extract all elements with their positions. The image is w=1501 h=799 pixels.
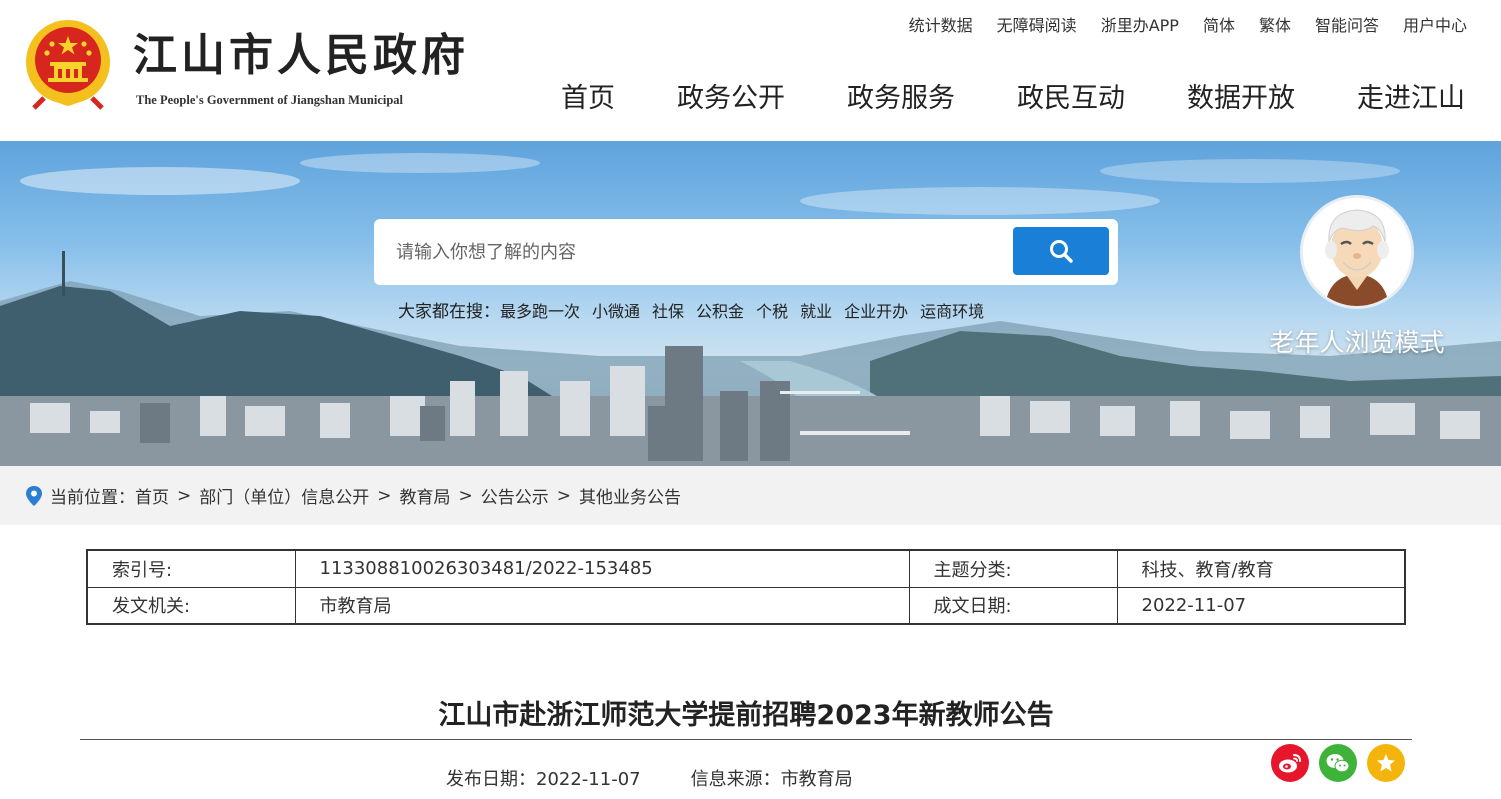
- issuer-value: 市教育局: [294, 586, 910, 625]
- elder-mode-button[interactable]: 老年人浏览模式: [1262, 193, 1452, 363]
- weibo-icon: [1279, 754, 1301, 773]
- source-label: 信息来源：: [690, 769, 781, 790]
- hot-search-item[interactable]: 社保: [652, 302, 684, 321]
- table-row: 发文机关: 市教育局 成文日期: 2022-11-07: [86, 586, 1406, 625]
- nav-item-home[interactable]: 首页: [561, 76, 615, 115]
- breadcrumb-item-dept-disclosure[interactable]: 部门（单位）信息公开: [199, 483, 369, 508]
- hot-search-item[interactable]: 运商环境: [920, 302, 984, 321]
- top-link-zheliban-app[interactable]: 浙里办APP: [1101, 12, 1179, 36]
- top-link-user-center[interactable]: 用户中心: [1403, 12, 1467, 36]
- topic-label: 主题分类:: [908, 549, 1118, 588]
- index-value: 113308810026303481/2022-153485: [294, 549, 910, 588]
- nav-item-gov-affairs-open[interactable]: 政务公开: [677, 76, 785, 115]
- search-icon: [1050, 240, 1073, 263]
- breadcrumb-item-education-bureau[interactable]: 教育局: [400, 483, 451, 508]
- national-emblem-icon: [26, 20, 110, 110]
- search-box: [374, 219, 1118, 285]
- top-link-accessibility[interactable]: 无障碍阅读: [997, 12, 1077, 36]
- wechat-icon: [1326, 754, 1350, 773]
- search-input[interactable]: [396, 233, 996, 271]
- hot-search-item[interactable]: 公积金: [696, 302, 744, 321]
- issuer-label: 发文机关:: [86, 586, 296, 625]
- share-favorite-button[interactable]: [1367, 744, 1405, 782]
- nav-item-open-data[interactable]: 数据开放: [1187, 76, 1295, 115]
- index-label: 索引号:: [86, 549, 296, 588]
- top-links: 统计数据 无障碍阅读 浙里办APP 简体 繁体 智能问答 用户中心: [909, 12, 1467, 36]
- source-value: 市教育局: [780, 769, 853, 790]
- hot-search-label: 大家都在搜：: [398, 302, 500, 322]
- hot-search-item[interactable]: 企业开办: [844, 302, 908, 321]
- hot-search-item[interactable]: 最多跑一次: [500, 302, 580, 321]
- hot-search-bar: 大家都在搜：最多跑一次 小微通 社保 公积金 个税 就业 企业开办 运商环境: [398, 297, 984, 322]
- publish-date-label: 发布日期：: [446, 769, 536, 790]
- favorite-icon: [1377, 754, 1395, 772]
- top-link-simplified[interactable]: 简体: [1203, 12, 1235, 36]
- hot-search-item[interactable]: 就业: [800, 302, 832, 321]
- publish-date: 2022-11-07: [536, 769, 641, 790]
- hero-banner: 大家都在搜：最多跑一次小微通社保公积金个税就业企业开办运商环境 老年人浏览模式: [0, 141, 1501, 466]
- breadcrumb-item-home[interactable]: 首页: [135, 483, 169, 508]
- share-wechat-button[interactable]: [1319, 744, 1357, 782]
- title-divider: [80, 739, 1412, 740]
- breadcrumb-separator: >: [177, 485, 192, 506]
- breadcrumb-separator: >: [458, 485, 473, 506]
- breadcrumb-separator: >: [377, 485, 392, 506]
- site-subtitle: The People's Government of Jiangshan Mun…: [136, 93, 404, 107]
- nav-item-gov-services[interactable]: 政务服务: [847, 76, 955, 115]
- date-label: 成文日期:: [908, 586, 1118, 625]
- breadcrumb-separator: >: [556, 485, 571, 506]
- publish-info: 发布日期：2022-11-07 信息来源：市教育局: [446, 765, 853, 791]
- top-link-statistics[interactable]: 统计数据: [909, 12, 973, 36]
- table-row: 索引号: 113308810026303481/2022-153485 主题分类…: [86, 549, 1406, 588]
- main-nav: 首页 政务公开 政务服务 政民互动 数据开放 走进江山: [561, 76, 1465, 115]
- site-title: 江山市人民政府: [133, 30, 469, 81]
- document-meta-table: 索引号: 113308810026303481/2022-153485 主题分类…: [86, 549, 1406, 625]
- share-bar: [1271, 744, 1405, 782]
- top-link-traditional[interactable]: 繁体: [1259, 12, 1291, 36]
- breadcrumb-label: 当前位置：: [50, 488, 135, 508]
- breadcrumb: 当前位置： 首页 > 部门（单位）信息公开 > 教育局 > 公告公示 > 其他业…: [0, 466, 1501, 525]
- breadcrumb-item-other-notices[interactable]: 其他业务公告: [579, 483, 681, 508]
- share-weibo-button[interactable]: [1271, 744, 1309, 782]
- nav-item-interaction[interactable]: 政民互动: [1017, 76, 1125, 115]
- elder-mode-label: 老年人浏览模式: [1269, 328, 1445, 357]
- topic-value: 科技、教育/教育: [1116, 549, 1406, 588]
- article-title: 江山市赴浙江师范大学提前招聘2023年新教师公告: [438, 700, 1054, 731]
- breadcrumb-item-announcements[interactable]: 公告公示: [481, 483, 549, 508]
- elder-avatar-icon: [1300, 195, 1414, 309]
- hot-search-item[interactable]: 小微通: [592, 302, 640, 321]
- hot-search-item[interactable]: 个税: [756, 302, 788, 321]
- location-pin-icon: [26, 485, 42, 506]
- top-link-smart-qa[interactable]: 智能问答: [1315, 12, 1379, 36]
- search-button[interactable]: [1013, 227, 1109, 275]
- nav-item-about-jiangshan[interactable]: 走进江山: [1357, 76, 1465, 115]
- site-header: 江山市人民政府 The People's Government of Jiang…: [0, 0, 1501, 141]
- date-value: 2022-11-07: [1116, 586, 1406, 625]
